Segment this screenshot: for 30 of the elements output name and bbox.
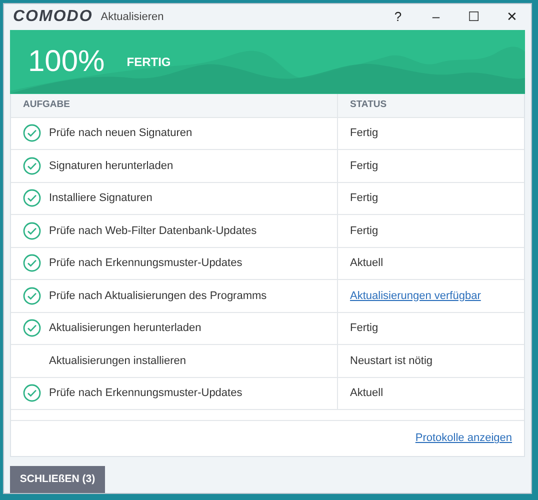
maximize-button[interactable]: ☐ bbox=[455, 4, 493, 30]
status-cell-text: Fertig bbox=[350, 191, 378, 206]
logo: COMODO bbox=[13, 7, 93, 27]
help-button[interactable]: ? bbox=[379, 4, 417, 30]
minimize-button[interactable]: – bbox=[417, 4, 455, 30]
task-cell-text: Aktualisierungen installieren bbox=[49, 354, 186, 368]
task-cell-text: Aktualisierungen herunterladen bbox=[49, 321, 202, 336]
window-title: Aktualisieren bbox=[100, 10, 164, 25]
close-button[interactable]: ✕ bbox=[493, 4, 531, 30]
status-cell-text: Fertig bbox=[350, 158, 378, 174]
logs-link[interactable]: Protokolle anzeigen bbox=[415, 430, 512, 447]
task-cell-text: Prüfe nach Web-Filter Datenbank-Updates bbox=[49, 224, 257, 238]
status-cell-text: Fertig bbox=[350, 224, 378, 238]
status-cell-text: Aktuell bbox=[350, 256, 384, 271]
progress-percent: 100% bbox=[28, 44, 105, 80]
task-cell-text: Prüfe nach Erkennungsmuster-Updates bbox=[49, 386, 242, 401]
status-label: FERTIG bbox=[126, 54, 171, 71]
status-cell-text: Aktuell bbox=[350, 386, 384, 401]
task-cell-text: Prüfe nach Aktualisierungen des Programms bbox=[49, 288, 267, 304]
task-cell-text: Prüfe nach neuen Signaturen bbox=[49, 126, 192, 141]
task-cell-text: Installiere Signaturen bbox=[49, 191, 152, 206]
status-cell-text: Neustart ist nötig bbox=[350, 354, 433, 368]
status-cell-text: Fertig bbox=[350, 321, 378, 336]
status-cell-text: Fertig bbox=[350, 126, 378, 141]
close-dialog-button[interactable]: SCHLIEßEN (3) bbox=[10, 466, 105, 493]
task-cell-text: Prüfe nach Erkennungsmuster-Updates bbox=[49, 256, 242, 271]
status-link[interactable]: Aktualisierungen verfügbar bbox=[350, 288, 481, 304]
column-header: STATUS bbox=[350, 98, 387, 112]
task-cell-text: Signaturen herunterladen bbox=[49, 158, 174, 174]
column-header: AUFGABE bbox=[23, 98, 70, 112]
